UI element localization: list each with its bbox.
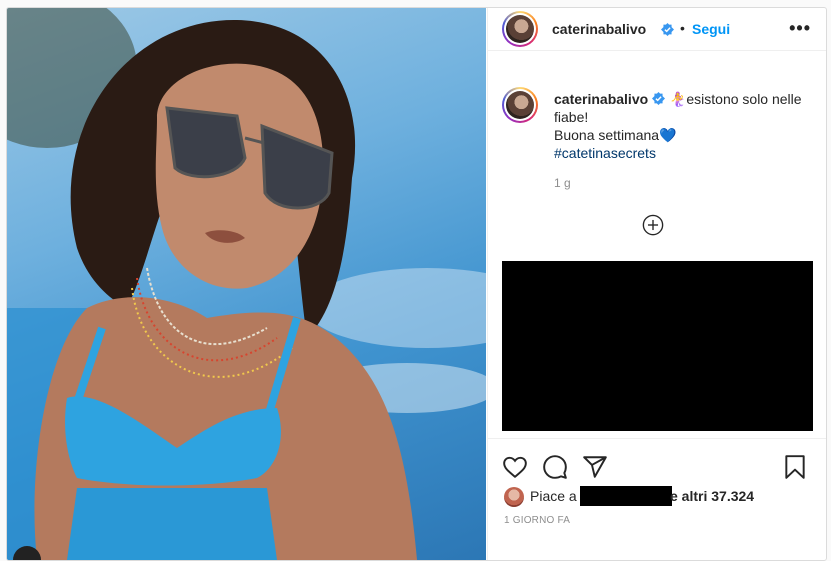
header-separator: •	[680, 20, 685, 36]
redacted-liker-name	[580, 486, 672, 506]
caption-verified-badge-icon	[652, 92, 666, 105]
comment-icon[interactable]	[542, 454, 568, 480]
post-actions: Piace a e altri 37.324 1 GIORNO FA	[488, 438, 826, 560]
follow-button[interactable]: Segui	[692, 21, 730, 37]
bookmark-icon[interactable]	[782, 454, 808, 480]
caption-avatar[interactable]	[502, 87, 538, 123]
author-username[interactable]: caterinabalivo	[552, 21, 646, 37]
more-options-icon[interactable]: •••	[789, 18, 811, 39]
post-caption: caterinabalivo 🧜‍♀️esistono solo nelle f…	[554, 90, 814, 162]
verified-badge-icon	[661, 23, 674, 36]
caption-time: 1 g	[554, 176, 571, 190]
photo-illustration	[7, 8, 486, 560]
blue-heart-emoji: 💙	[659, 127, 677, 143]
caption-username[interactable]: caterinabalivo	[554, 91, 648, 107]
post-header: caterinabalivo • Segui •••	[488, 8, 826, 51]
post-photo[interactable]	[7, 8, 486, 560]
caption-line2: Buona settimana	[554, 127, 660, 143]
mermaid-emoji: 🧜‍♀️	[668, 91, 687, 107]
plus-circle-icon[interactable]	[642, 214, 664, 236]
share-icon[interactable]	[582, 454, 608, 480]
post-date[interactable]: 1 GIORNO FA	[504, 515, 570, 526]
likes-count[interactable]: e altri 37.324	[670, 488, 754, 504]
heart-icon[interactable]	[502, 454, 528, 480]
liker-avatar[interactable]	[504, 487, 524, 507]
post-sidebar: caterinabalivo • Segui ••• caterinabaliv…	[487, 8, 826, 560]
likes-prefix: Piace a	[530, 488, 577, 504]
caption-hashtag[interactable]: #catetinasecrets	[554, 145, 656, 161]
author-avatar[interactable]	[502, 11, 538, 47]
post-card: caterinabalivo • Segui ••• caterinabaliv…	[6, 7, 827, 561]
redacted-comments-block	[502, 261, 813, 431]
